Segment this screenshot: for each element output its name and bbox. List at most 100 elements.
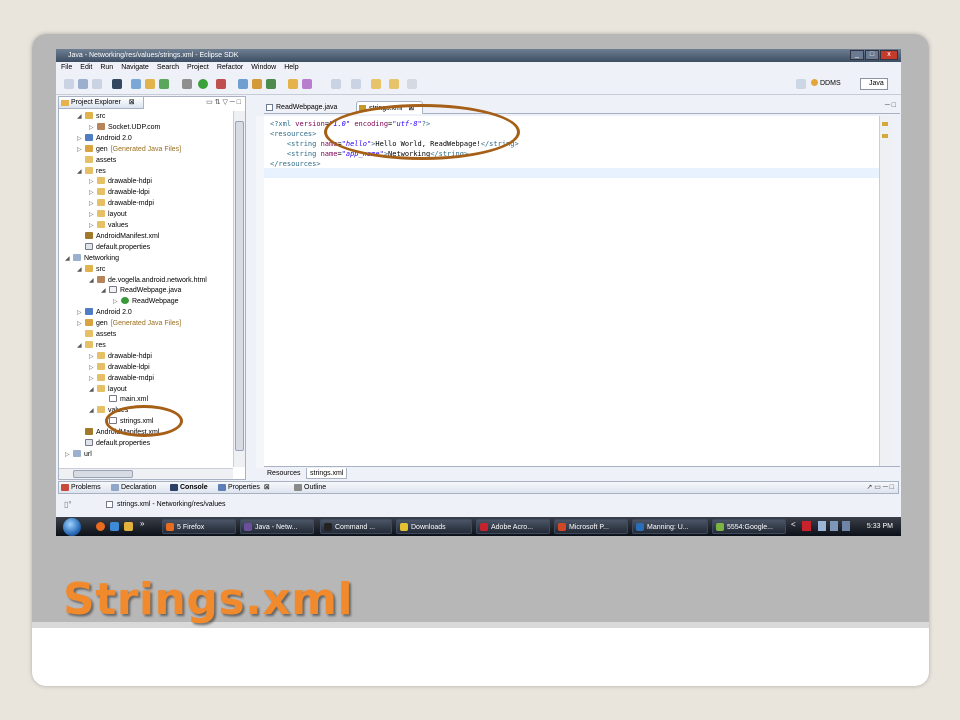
expand-arrow-icon[interactable]: ◢ [89, 276, 97, 287]
tree-item[interactable]: default.properties [77, 242, 150, 253]
search-icon[interactable] [266, 79, 276, 89]
tree-item[interactable]: ▷ drawable-ldpi [89, 362, 150, 373]
new-class-icon[interactable] [159, 79, 169, 89]
tree-item[interactable]: ▷ gen [Generated Java Files] [77, 144, 181, 155]
expand-arrow-icon[interactable]: ◢ [65, 254, 73, 265]
android-device-icon[interactable] [112, 79, 122, 89]
tab-readwebpage-java[interactable]: ReadWebpage.java [264, 101, 345, 114]
tree-item[interactable]: ▷ ReadWebpage [113, 296, 179, 307]
tree-item[interactable]: ▷ drawable-mdpi [89, 373, 154, 384]
menu-run[interactable]: Run [100, 62, 113, 73]
new-java-project-icon[interactable] [131, 79, 141, 89]
open-perspective-icon[interactable] [796, 79, 806, 89]
print-icon[interactable] [92, 79, 102, 89]
editor-min-max-icon[interactable]: ─ □ [885, 102, 896, 109]
tree-item[interactable]: ▷ Android 2.0 [77, 133, 132, 144]
tab-problems[interactable]: Problems [59, 482, 101, 493]
tab-project-explorer[interactable]: Project Explorer ⊠ [59, 97, 144, 109]
power-icon[interactable] [842, 521, 850, 531]
menu-project[interactable]: Project [187, 62, 209, 73]
menu-edit[interactable]: Edit [80, 62, 92, 73]
tree-item[interactable]: ▷ layout [89, 209, 127, 220]
views-min-max-icon[interactable]: ↗ ▭ ─ □ [866, 483, 894, 491]
maximize-button[interactable]: □ [865, 50, 879, 60]
media-quicklaunch-icon[interactable] [110, 522, 119, 531]
previous-annotation-icon[interactable] [351, 79, 361, 89]
tab-resources[interactable]: Resources [264, 468, 303, 479]
tray-expand-icon[interactable]: < [791, 520, 796, 529]
tree-item[interactable]: ▷ url [65, 449, 92, 460]
volume-icon[interactable] [830, 521, 838, 531]
menu-navigate[interactable]: Navigate [121, 62, 149, 73]
annotation-icon[interactable] [302, 79, 312, 89]
tree-item[interactable]: ◢ ReadWebpage.java [101, 285, 181, 296]
tab-console[interactable]: Console [168, 482, 208, 493]
start-button[interactable] [63, 518, 81, 536]
quicklaunch-overflow-icon[interactable]: » [140, 519, 144, 528]
close-view-icon[interactable]: ⊠ [129, 99, 135, 106]
expand-arrow-icon[interactable]: ◢ [89, 385, 97, 396]
tree-item[interactable]: default.properties [77, 438, 150, 449]
tree-item[interactable]: ◢ layout [89, 384, 127, 395]
expand-arrow-icon[interactable]: ◢ [77, 167, 85, 178]
open-type-icon[interactable] [238, 79, 248, 89]
network-icon[interactable] [818, 521, 826, 531]
debug-icon[interactable] [182, 79, 192, 89]
editor-vertical-scrollbar[interactable] [879, 116, 891, 466]
tree-item[interactable]: ▷ drawable-mdpi [89, 198, 154, 209]
last-edit-icon[interactable] [371, 79, 381, 89]
clock[interactable]: 5:33 PM [867, 517, 893, 536]
tree-item[interactable]: assets [77, 329, 116, 340]
tree-item[interactable]: ▷ drawable-hdpi [89, 351, 152, 362]
perspective-java[interactable]: Java [860, 78, 888, 90]
explorer-hscroll-thumb[interactable] [73, 470, 133, 478]
tree-item[interactable]: AndroidManifest.xml [77, 231, 159, 242]
tab-outline[interactable]: Outline [292, 482, 326, 493]
tree-item[interactable]: ◢ res [77, 340, 106, 351]
expand-arrow-icon[interactable]: ▷ [65, 450, 73, 461]
tree-item[interactable]: ▷ drawable-hdpi [89, 176, 152, 187]
tray-app-icon[interactable] [802, 521, 811, 531]
tab-declaration[interactable]: Declaration [109, 482, 156, 493]
forward-icon[interactable] [407, 79, 417, 89]
run-icon[interactable] [198, 79, 208, 89]
expand-arrow-icon[interactable]: ◢ [89, 406, 97, 417]
tree-item[interactable]: main.xml [101, 394, 148, 405]
explorer-horizontal-scrollbar[interactable] [59, 468, 233, 479]
taskbar-button[interactable]: Command ... [320, 519, 392, 534]
firefox-quicklaunch-icon[interactable] [96, 522, 105, 531]
tree-item[interactable]: ▷ gen [Generated Java Files] [77, 318, 181, 329]
tab-strings-xml-source[interactable]: strings.xml [306, 468, 348, 479]
menu-file[interactable]: File [61, 62, 72, 73]
close-view-icon[interactable]: ⊠ [264, 484, 270, 491]
external-tools-icon[interactable] [216, 79, 226, 89]
minimize-button[interactable]: _ [850, 50, 864, 60]
expand-arrow-icon[interactable]: ◢ [77, 341, 85, 352]
explorer-scroll-thumb[interactable] [235, 121, 244, 451]
code-editor[interactable]: <?xml version="1.0" encoding="utf-8"?> <r… [256, 116, 879, 468]
explorer-view-menu-icon[interactable]: ▭ ⇅ ▽ ─ □ [206, 98, 241, 106]
expand-arrow-icon[interactable]: ◢ [101, 286, 109, 297]
taskbar-button[interactable]: Manning: U... [632, 519, 708, 534]
tree-item[interactable]: ▷ Android 2.0 [77, 307, 132, 318]
close-button[interactable]: x [880, 50, 898, 60]
taskbar-button[interactable]: Adobe Acro... [476, 519, 550, 534]
tree-item[interactable]: ▷ values [89, 220, 128, 231]
tree-item[interactable]: ▷ Socket.UDP.com [89, 122, 160, 133]
menu-window[interactable]: Window [251, 62, 276, 73]
tree-item[interactable]: ◢ src [77, 264, 105, 275]
save-icon[interactable] [78, 79, 88, 89]
new-icon[interactable] [64, 79, 74, 89]
taskbar-button[interactable]: 5 Firefox [162, 519, 236, 534]
folder-quicklaunch-icon[interactable] [124, 522, 133, 531]
menu-help[interactable]: Help [284, 62, 298, 73]
perspective-ddms[interactable]: DDMS [811, 79, 841, 89]
tree-item[interactable]: ▷ drawable-ldpi [89, 187, 150, 198]
next-annotation-icon[interactable] [331, 79, 341, 89]
taskbar-button[interactable]: Java - Netw... [240, 519, 314, 534]
taskbar-button[interactable]: Microsoft P... [554, 519, 628, 534]
tab-properties[interactable]: Properties ⊠ [216, 482, 270, 493]
tree-item[interactable]: assets [77, 155, 116, 166]
expand-arrow-icon[interactable]: ◢ [77, 265, 85, 276]
taskbar-button[interactable]: 5554:Google... [712, 519, 786, 534]
